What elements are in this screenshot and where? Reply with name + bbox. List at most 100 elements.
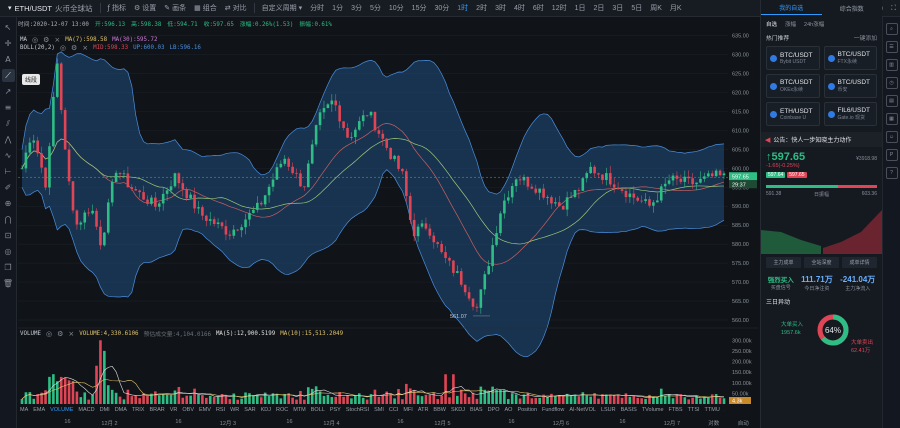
indicator-tab-6[interactable]: TRIX (132, 407, 145, 416)
depth-button[interactable]: 全站深度 (804, 257, 839, 268)
indicator-tab-14[interactable]: KDJ (261, 407, 271, 416)
hot-item-4[interactable]: ETH/USDT Coinbase U (766, 102, 820, 126)
pro-icon[interactable]: P (885, 149, 898, 161)
interval-10[interactable]: 4时 (510, 3, 529, 13)
hot-item-2[interactable]: BTC/USDT OKEx永续 (766, 74, 820, 98)
interval-6[interactable]: 30分 (430, 3, 453, 13)
compare-button[interactable]: ⇄ 对比 (221, 0, 251, 17)
symbol-selector[interactable]: ▾ ETH/USDT 火币全球站 (0, 3, 97, 14)
combo-button[interactable]: ▦ 组合 (190, 0, 221, 17)
interval-1[interactable]: 1分 (328, 3, 347, 13)
indicator-tab-1[interactable]: EMA (33, 407, 45, 416)
notice-bar[interactable]: ◀ 公告：快人一步知晓主力动作 (761, 132, 882, 147)
eye-icon[interactable]: ◎ (2, 245, 15, 258)
interval-4[interactable]: 10分 (385, 3, 408, 13)
indicator-tab-13[interactable]: SAR (244, 407, 255, 416)
main-orders-button[interactable]: 主力成单 (766, 257, 801, 268)
cursor-icon[interactable]: ↖ (2, 21, 15, 34)
magnet-icon[interactable]: ⋂ (2, 213, 15, 226)
indicator-tab-35[interactable]: FTBS (669, 407, 683, 416)
trash-icon[interactable]: 🗑 (2, 277, 15, 290)
indicator-tab-24[interactable]: BBW (433, 407, 446, 416)
indicator-tab-28[interactable]: AO (504, 407, 512, 416)
indicator-tab-18[interactable]: PSY (330, 407, 341, 416)
layers-icon[interactable]: ❐ (2, 261, 15, 274)
chart-area[interactable]: 635.00 630.00 625.00 620.00 615.00 610.00 605.… (18, 28, 760, 420)
list-icon[interactable]: ☰ (885, 41, 898, 53)
indicator-tab-0[interactable]: MA (20, 407, 28, 416)
order-detail-button[interactable]: 成单详情 (842, 257, 877, 268)
close-icon[interactable]: × (82, 44, 88, 52)
indicator-tab-27[interactable]: DPO (488, 407, 500, 416)
interval-15[interactable]: 3日 (608, 3, 627, 13)
indicator-tab-9[interactable]: OBV (182, 407, 194, 416)
draw-button[interactable]: ✎ 画条 (160, 0, 190, 17)
indicator-tab-37[interactable]: TTMU (705, 407, 720, 416)
interval-18[interactable]: 月K (666, 3, 686, 13)
indicator-tab-12[interactable]: WR (230, 407, 239, 416)
indicator-tab-16[interactable]: MTM (293, 407, 306, 416)
people-icon[interactable]: ☺ (885, 131, 898, 143)
fullscreen-button[interactable]: ⛶ (887, 0, 900, 17)
tab-index[interactable]: 综合指数 (822, 4, 883, 13)
chart-icon[interactable]: ▥ (885, 59, 898, 71)
indicator-tab-2[interactable]: VOLUME (50, 407, 73, 416)
indicator-tab-4[interactable]: DMI (100, 407, 110, 416)
lock-icon[interactable]: ⊡ (2, 229, 15, 242)
indicator-tab-36[interactable]: TTSI (688, 407, 700, 416)
indicator-tab-22[interactable]: MFI (403, 407, 412, 416)
price-chart-svg[interactable]: 635.00 630.00 625.00 620.00 615.00 610.00 605.… (18, 28, 760, 408)
subtab-change[interactable]: 涨幅 (785, 20, 796, 28)
hot-add-all-link[interactable]: 一键添加 (854, 33, 877, 42)
indicator-tab-21[interactable]: CCI (389, 407, 398, 416)
tab-watchlist[interactable]: 我的自选 (761, 3, 822, 15)
interval-9[interactable]: 3时 (491, 3, 510, 13)
hot-item-5[interactable]: FIL6/USDT Gate.io 现货 (823, 102, 877, 126)
fibonacci-icon[interactable]: ≡ (2, 101, 15, 114)
text-icon[interactable]: A (2, 53, 15, 66)
interval-14[interactable]: 2日 (590, 3, 609, 13)
measure-icon[interactable]: ⊢ (2, 165, 15, 178)
zoom-in-icon[interactable]: ⊕ (2, 197, 15, 210)
indicator-tab-30[interactable]: Fundflow (542, 407, 564, 416)
indicator-tab-32[interactable]: LSUR (601, 407, 616, 416)
indicator-tab-26[interactable]: BIAS (470, 407, 483, 416)
alarm-icon[interactable]: ◷ (885, 77, 898, 89)
interval-17[interactable]: 周K (646, 3, 666, 13)
news-icon[interactable]: ▤ (885, 95, 898, 107)
close-icon[interactable]: × (68, 330, 74, 338)
trendline-icon[interactable]: ⟋ (1, 69, 15, 82)
interval-7[interactable]: 1时 (453, 3, 472, 13)
interval-16[interactable]: 5日 (627, 3, 646, 13)
custom-period-button[interactable]: 自定义周期 ▾ (258, 0, 307, 17)
gear-icon[interactable]: ⚙ (43, 36, 49, 44)
interval-0[interactable]: 分时 (306, 3, 328, 13)
channel-icon[interactable]: ⫽ (2, 117, 15, 130)
indicator-tab-25[interactable]: SKDJ (451, 407, 465, 416)
indicator-tab-34[interactable]: TVolume (642, 407, 664, 416)
close-icon[interactable]: × (54, 36, 60, 44)
indicators-button[interactable]: ƒ 指标 (104, 0, 130, 17)
hot-item-1[interactable]: BTC/USDT FTX永续 (823, 46, 877, 70)
indicator-tab-33[interactable]: BASIS (621, 407, 637, 416)
gear-icon[interactable]: ⚙ (71, 44, 77, 52)
hot-item-3[interactable]: BTC/USDT 币安 (823, 74, 877, 98)
interval-13[interactable]: 1日 (571, 3, 590, 13)
indicator-tab-15[interactable]: ROC (276, 407, 288, 416)
pattern-icon[interactable]: ⋀ (2, 133, 15, 146)
subtab-self[interactable]: 自选 (766, 20, 777, 28)
indicator-tab-20[interactable]: SMI (374, 407, 384, 416)
interval-2[interactable]: 3分 (347, 3, 366, 13)
indicator-tab-10[interactable]: EMV (199, 407, 211, 416)
interval-11[interactable]: 6时 (529, 3, 548, 13)
wave-icon[interactable]: ∿ (2, 149, 15, 162)
crosshair-icon[interactable]: ✛ (2, 37, 15, 50)
indicator-tab-23[interactable]: ATR (418, 407, 429, 416)
calendar-icon[interactable]: ▦ (885, 113, 898, 125)
interval-8[interactable]: 2时 (472, 3, 491, 13)
indicator-tab-7[interactable]: BRAR (149, 407, 164, 416)
search-icon[interactable]: ⌕ (885, 23, 898, 35)
interval-5[interactable]: 15分 (408, 3, 431, 13)
hot-item-0[interactable]: BTC/USDT Bybit USDT (766, 46, 820, 70)
interval-12[interactable]: 12时 (548, 3, 571, 13)
